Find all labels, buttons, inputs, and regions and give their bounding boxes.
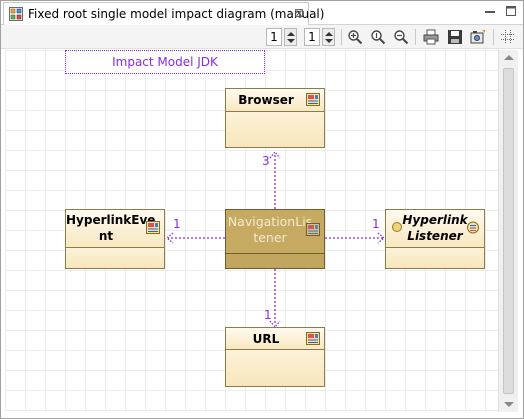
close-icon[interactable]: ⊠ <box>294 6 304 20</box>
class-body <box>226 350 324 386</box>
editor-window: Fixed root single model impact diagram (… <box>0 0 524 419</box>
zoom-reset-icon[interactable] <box>370 29 386 45</box>
class-header: HyperlinkEve nt <box>66 210 164 248</box>
toolbar-separator <box>415 29 416 45</box>
class-icon <box>306 332 320 345</box>
class-header: Hyperlink Listener <box>386 210 484 248</box>
zoom-in-icon[interactable] <box>347 29 363 45</box>
multiplicity-hyperlink-event: 1 <box>173 217 181 231</box>
impact-model-label[interactable]: Impact Model JDK <box>65 50 265 74</box>
class-browser[interactable]: Browser <box>225 88 325 148</box>
class-navigation-listener[interactable]: NavigationLis tener <box>225 209 325 269</box>
spinner-down-icon[interactable] <box>287 39 295 43</box>
page-spinner-field-1[interactable]: 1 <box>266 28 282 46</box>
spinner-up-icon[interactable] <box>325 32 333 36</box>
class-name: URL <box>252 332 280 346</box>
class-name-line-1: NavigationLis <box>227 214 313 229</box>
toolbar-separator <box>493 29 494 45</box>
interface-name-line-1: Hyperlink <box>402 213 468 227</box>
maximize-icon[interactable] <box>504 4 518 18</box>
spinner-up-icon[interactable] <box>287 32 295 36</box>
class-header: Browser <box>226 89 324 112</box>
class-name: Browser <box>238 93 294 107</box>
multiplicity-browser: 3 <box>262 154 270 168</box>
export-image-icon[interactable] <box>470 29 486 45</box>
class-icon <box>306 93 320 106</box>
interface-type-icon <box>467 221 479 234</box>
spinner-down-icon[interactable] <box>325 39 333 43</box>
print-icon[interactable] <box>423 29 439 45</box>
tab-bar: Fixed root single model impact diagram (… <box>1 1 523 25</box>
class-header: NavigationLis tener <box>226 210 324 254</box>
multiplicity-hyperlink-listener: 1 <box>372 217 380 231</box>
class-header: URL <box>226 328 324 350</box>
class-icon <box>306 223 320 236</box>
class-name-line-2: tener <box>253 230 287 245</box>
scroll-up-icon[interactable] <box>504 55 514 60</box>
page-spinner-field-2[interactable]: 1 <box>304 28 320 46</box>
class-body <box>226 254 324 268</box>
class-name-line-1: HyperlinkEve <box>66 213 156 227</box>
interface-name-line-2: Listener <box>407 229 463 243</box>
diagram-toolbar: 1 1 <box>1 25 523 49</box>
page-spinner-arrows-2[interactable] <box>322 28 335 46</box>
class-body <box>386 248 484 268</box>
vertical-scrollbar[interactable] <box>498 50 518 412</box>
class-url[interactable]: URL <box>225 327 325 387</box>
tab-impact-diagram[interactable]: Fixed root single model impact diagram (… <box>3 2 324 25</box>
scroll-down-icon[interactable] <box>504 402 514 407</box>
save-icon[interactable] <box>447 29 463 45</box>
multiplicity-url: 1 <box>264 308 272 322</box>
scrollbar-thumb[interactable] <box>503 68 514 394</box>
class-name-line-2: nt <box>98 229 114 243</box>
page-spinner-arrows-1[interactable] <box>284 28 297 46</box>
class-body <box>226 112 324 147</box>
minimize-icon[interactable] <box>483 4 497 18</box>
zoom-out-icon[interactable] <box>393 29 409 45</box>
diagram-icon <box>9 7 23 21</box>
interface-icon <box>392 222 402 232</box>
toolbar-separator <box>341 29 342 45</box>
interface-hyperlink-listener[interactable]: Hyperlink Listener <box>385 209 485 269</box>
class-icon <box>146 221 160 234</box>
class-hyperlink-event[interactable]: HyperlinkEve nt <box>65 209 165 269</box>
tab-title: Fixed root single model impact diagram (… <box>28 7 325 21</box>
class-body <box>66 248 164 268</box>
grid-icon[interactable] <box>500 29 516 45</box>
